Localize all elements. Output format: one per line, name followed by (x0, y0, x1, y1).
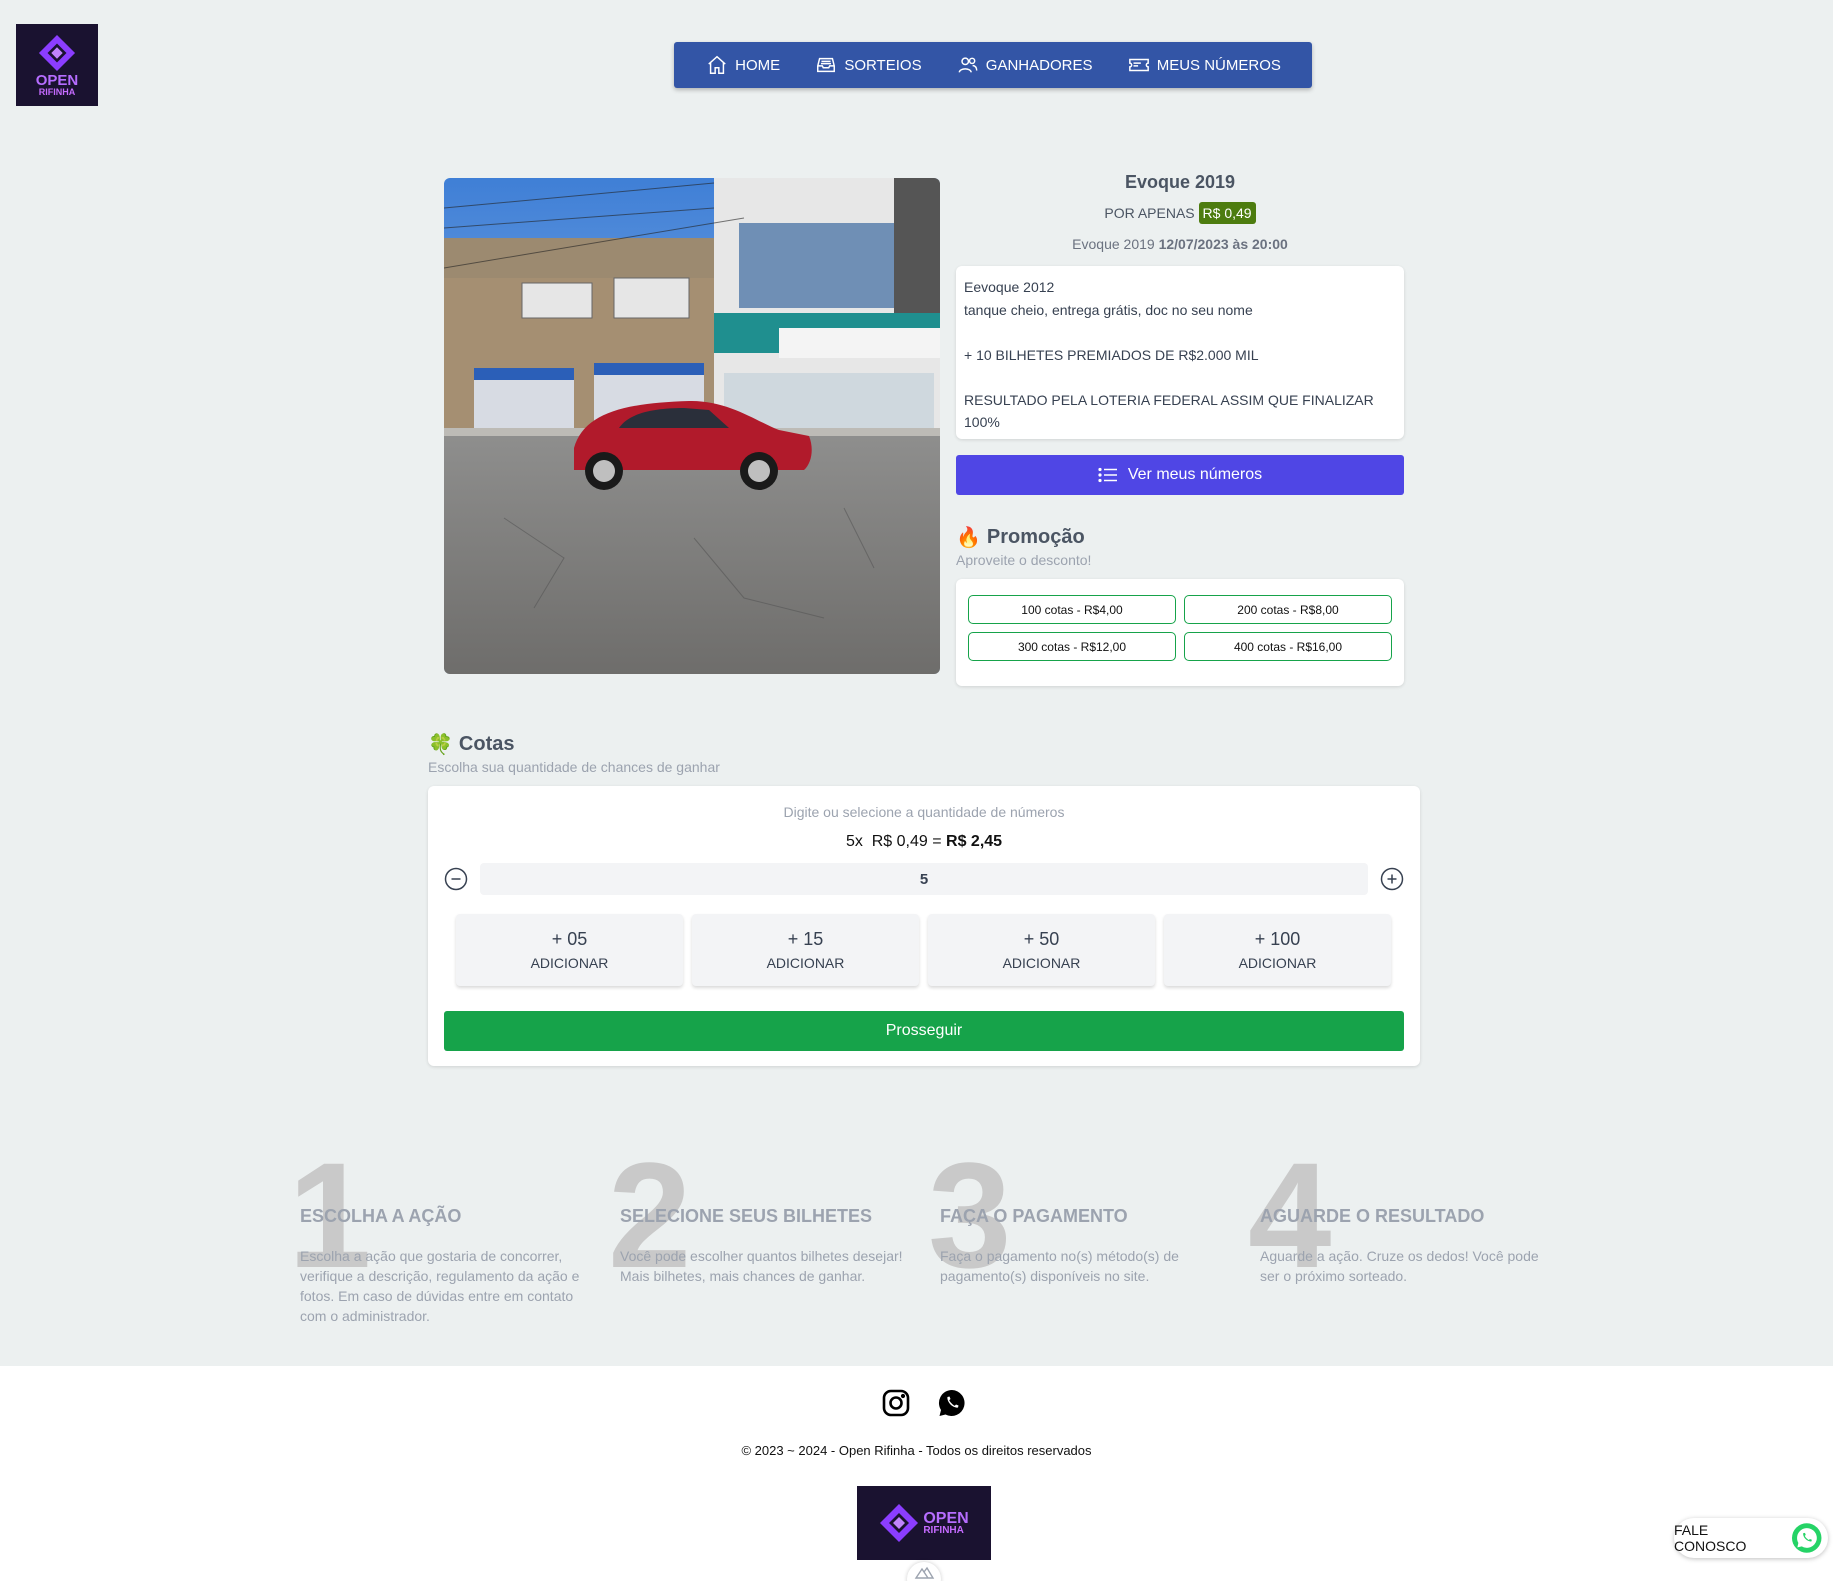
nav-item-sorteios[interactable]: SORTEIOS (814, 54, 922, 76)
contact-us-button[interactable]: FALE CONOSCO (1674, 1518, 1828, 1558)
price-line: POR APENAS R$ 0,49 (956, 202, 1404, 224)
promo-title: 🔥 Promoção (956, 525, 1085, 550)
nav-item-home[interactable]: HOME (705, 54, 780, 76)
footer-logo-text: OPEN (923, 1509, 969, 1527)
description-line: + 10 BILHETES PREMIADOS DE R$2.000 MIL (964, 346, 1259, 363)
raffle-title: Evoque 2019 (1124, 172, 1236, 192)
scroll-top-button[interactable] (907, 1562, 941, 1581)
add-50-button[interactable]: + 50 ADICIONAR (928, 914, 1155, 986)
clover-icon: 🍀 (428, 734, 453, 756)
promo-option-400[interactable]: 400 cotas - R$16,00 (1184, 632, 1392, 661)
price-calculation: 5x R$ 0,49 = R$ 2,45 (428, 833, 1420, 851)
car-photo-illustration (444, 178, 940, 674)
ticket-icon (1128, 58, 1149, 72)
cotas-card: Digite ou selecione a quantidade de núme… (428, 786, 1420, 1066)
promo-option-100[interactable]: 100 cotas - R$4,00 (968, 595, 1176, 624)
add-label: ADICIONAR (1002, 955, 1081, 971)
add-label: ADICIONAR (530, 955, 609, 971)
price-badge: R$ 0,49 (1198, 202, 1256, 224)
description-card: Eevoque 2012 tanque cheio, entrega gráti… (956, 266, 1404, 439)
quantity-hint: Digite ou selecione a quantidade de núme… (783, 804, 1065, 820)
nav-label: GANHADORES (985, 56, 1093, 74)
step-title: ESCOLHA A AÇÃO (300, 1206, 462, 1226)
add-amount: + 15 (787, 929, 824, 949)
add-label: ADICIONAR (1238, 955, 1317, 971)
calc-quantity: 5x (845, 833, 863, 850)
nav-label: SORTEIOS (844, 56, 922, 74)
draw-date-line: Evoque 2019 12/07/2023 às 20:00 (956, 236, 1404, 252)
add-15-button[interactable]: + 15 ADICIONAR (692, 914, 919, 986)
proceed-button[interactable]: Prosseguir (444, 1011, 1404, 1051)
nav-item-ganhadores[interactable]: GANHADORES (956, 54, 1093, 76)
cotas-title: 🍀 Cotas (428, 732, 514, 757)
view-my-numbers-button[interactable]: Ver meus números (956, 455, 1404, 495)
description-line: Eevoque 2012 (964, 279, 1055, 295)
description-line (964, 366, 1396, 389)
add-amount: + 05 (551, 929, 588, 949)
cotas-title-text: Cotas (458, 733, 515, 755)
fire-icon: 🔥 (956, 527, 981, 549)
increase-quantity-icon[interactable] (1380, 867, 1404, 891)
step-title: AGUARDE O RESULTADO (1260, 1206, 1485, 1226)
whatsapp-icon (1791, 1523, 1822, 1553)
description-line: RESULTADO PELA LOTERIA FEDERAL ASSIM QUE… (964, 391, 1374, 431)
footer-logo-subtext: RIFINHA (923, 1524, 964, 1536)
step-title: SELECIONE SEUS BILHETES (620, 1206, 873, 1226)
promo-option-300[interactable]: 300 cotas - R$12,00 (968, 632, 1176, 661)
promo-title-text: Promoção (986, 526, 1085, 548)
copyright-text: © 2023 ~ 2024 - Open Rifinha - Todos os … (741, 1443, 1092, 1458)
home-icon (708, 55, 726, 74)
price-prefix: POR APENAS (1104, 205, 1195, 221)
step-text: Escolha a ação que gostaria de concorrer… (300, 1248, 580, 1324)
draw-date: 12/07/2023 às 20:00 (1158, 236, 1288, 252)
add-amount: + 50 (1023, 929, 1060, 949)
step-text: Faça o pagamento no(s) método(s) de paga… (940, 1248, 1179, 1284)
list-icon (1098, 467, 1117, 483)
decrease-quantity-icon[interactable] (444, 867, 468, 891)
cotas-subtitle: Escolha sua quantidade de chances de gan… (428, 759, 720, 775)
add-amount: + 100 (1254, 929, 1301, 949)
instagram-icon[interactable] (881, 1388, 911, 1418)
nav-label: HOME (735, 56, 781, 74)
logo-diamond-icon (880, 1504, 919, 1542)
step-text: Você pode escolher quantos bilhetes dese… (620, 1248, 903, 1284)
date-prefix: Evoque 2019 (1072, 236, 1155, 252)
promo-card: 100 cotas - R$4,00 200 cotas - R$8,00 30… (956, 579, 1404, 686)
description-line (964, 321, 1396, 344)
add-5-button[interactable]: + 05 ADICIONAR (456, 914, 683, 986)
step-text: Aguarde a ação. Cruze os dedos! Você pod… (1260, 1248, 1539, 1284)
add-label: ADICIONAR (766, 955, 845, 971)
nav-item-meus-numeros[interactable]: MEUS NÚMEROS (1127, 54, 1281, 76)
nav-label: MEUS NÚMEROS (1156, 56, 1281, 74)
add-100-button[interactable]: + 100 ADICIONAR (1164, 914, 1391, 986)
view-my-numbers-label: Ver meus números (1127, 466, 1263, 483)
users-icon (958, 57, 978, 73)
footer-logo[interactable]: OPEN RIFINHA (857, 1486, 991, 1560)
contact-us-label: FALE CONOSCO (1674, 1522, 1747, 1554)
logo-subtext: RIFINHA (38, 86, 76, 97)
raffle-photo[interactable] (444, 178, 940, 674)
whatsapp-icon[interactable] (937, 1388, 967, 1418)
mountain-icon (914, 1566, 935, 1579)
description-line: tanque cheio, entrega grátis, doc no seu… (964, 301, 1253, 318)
promo-subtitle: Aproveite o desconto! (956, 552, 1092, 568)
site-logo[interactable]: OPEN RIFINHA (16, 24, 98, 106)
quantity-input[interactable] (480, 863, 1368, 895)
calc-total: R$ 2,45 (946, 833, 1003, 850)
promo-option-200[interactable]: 200 cotas - R$8,00 (1184, 595, 1392, 624)
logo-text: OPEN (35, 71, 79, 89)
logo-diamond-icon (38, 34, 76, 71)
footer: © 2023 ~ 2024 - Open Rifinha - Todos os … (0, 1366, 1833, 1581)
inbox-icon (817, 57, 836, 73)
step-title: FAÇA O PAGAMENTO (940, 1206, 1128, 1226)
main-nav: HOME SORTEIOS GANHADORES MEUS NÚMEROS (674, 42, 1312, 88)
calc-unit-price: R$ 0,49 = (871, 833, 942, 850)
